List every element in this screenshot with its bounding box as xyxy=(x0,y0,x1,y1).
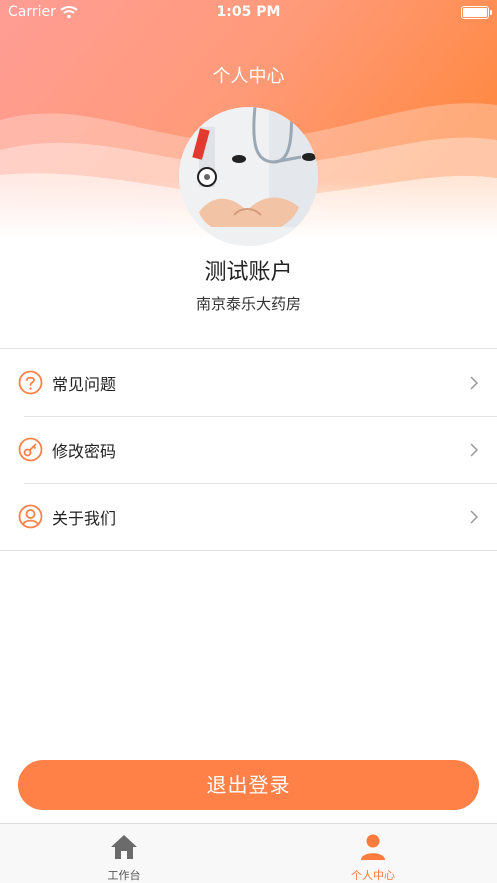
avatar[interactable] xyxy=(179,107,318,246)
person-icon xyxy=(358,833,388,861)
status-time: 1:05 PM xyxy=(216,4,281,20)
key-icon xyxy=(18,437,43,462)
menu-item-faq[interactable]: 常见问题 xyxy=(0,349,497,416)
menu-item-change-password[interactable]: 修改密码 xyxy=(0,416,497,483)
user-circle-icon xyxy=(18,504,43,529)
chevron-right-icon xyxy=(469,509,479,524)
tab-workbench[interactable]: 工作台 xyxy=(0,824,248,883)
tab-bar: 工作台 个人中心 xyxy=(0,823,497,883)
question-circle-icon xyxy=(18,370,43,395)
tab-label: 个人中心 xyxy=(351,869,395,882)
battery-icon xyxy=(461,6,492,19)
page-title: 个人中心 xyxy=(212,66,285,87)
tab-label: 工作台 xyxy=(107,869,141,882)
home-icon xyxy=(109,833,139,861)
menu-item-about-us[interactable]: 关于我们 xyxy=(0,483,497,550)
menu-item-label: 修改密码 xyxy=(52,442,117,461)
settings-menu: 常见问题 修改密码 关于我们 xyxy=(0,348,497,551)
menu-item-label: 关于我们 xyxy=(52,509,117,528)
chevron-right-icon xyxy=(469,442,479,457)
user-name: 测试账户 xyxy=(204,260,293,285)
status-bar: Carrier 1:05 PM xyxy=(0,0,497,26)
logout-button[interactable]: 退出登录 xyxy=(18,760,479,810)
menu-item-label: 常见问题 xyxy=(52,375,117,394)
user-organization: 南京泰乐大药房 xyxy=(195,295,301,313)
chevron-right-icon xyxy=(469,375,479,390)
tab-profile[interactable]: 个人中心 xyxy=(249,824,497,883)
